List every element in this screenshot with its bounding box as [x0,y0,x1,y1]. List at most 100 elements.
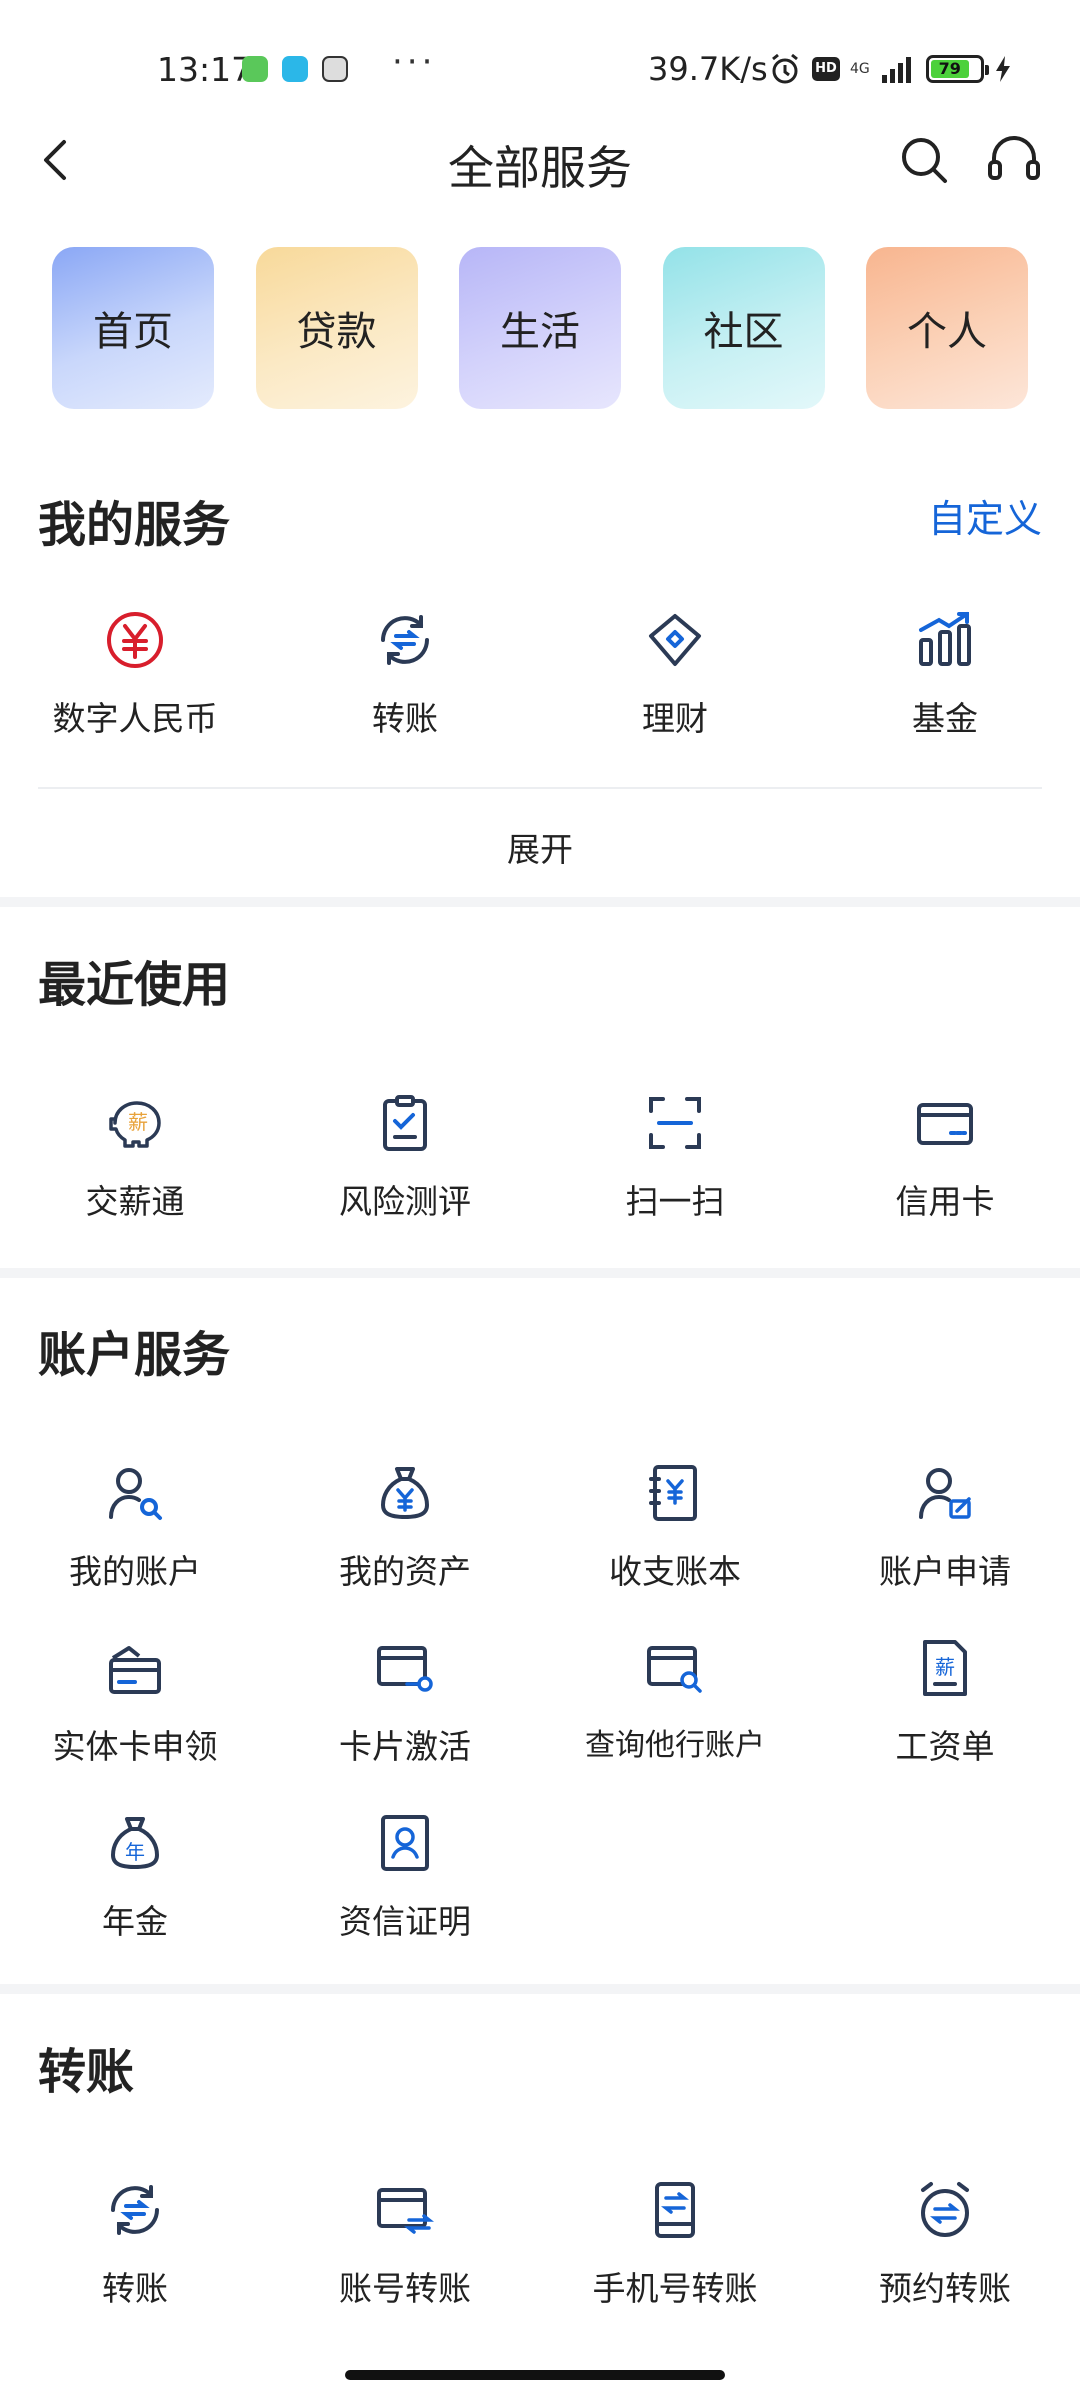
my-services-row: 数字人民币 转账 理财 基金 [0,610,1080,760]
service-label: 工资单 [895,1727,995,1766]
service-wealth[interactable]: 理财 [540,610,810,760]
tab-community-label: 社区 [703,309,784,355]
scan-icon [649,1097,701,1149]
service-card-apply[interactable]: 实体卡申领 [0,1638,270,1788]
account-row-3: 年 年金 资信证明 [0,1813,1080,1963]
recent-label: 扫一扫 [625,1182,725,1221]
service-label: 基金 [912,699,978,738]
home-indicator[interactable] [345,2370,725,2380]
system-status-icons: HD 4G 79 [768,52,1012,86]
service-my-assets[interactable]: 我的资产 [270,1463,540,1613]
service-label: 我的资产 [339,1552,471,1591]
alarm-transfer-icon [921,2182,969,2237]
signal-icon [881,57,911,83]
service-fund[interactable]: 基金 [810,610,1080,760]
card-apply-icon [109,1646,161,1694]
service-credit-certificate[interactable]: 资信证明 [270,1813,540,1963]
annuity-icon: 年 [111,1817,159,1869]
service-transfer[interactable]: 转账 [270,610,540,760]
card-search-icon [647,1646,702,1693]
chat-notification-icon [282,56,308,82]
service-other-bank-query[interactable]: 查询他行账户 [540,1638,810,1788]
recent-row: 薪 交薪通 风险测评 扫一扫 信用卡 [0,1093,1080,1243]
my-services-section: 我的服务 自定义 数字人民币 转账 理财 基金 展开 [0,480,1080,900]
more-notifications-icon: ··· [392,42,437,82]
status-app-icons [242,56,348,82]
recent-credit-card[interactable]: 信用卡 [810,1093,1080,1243]
recent-scan[interactable]: 扫一扫 [540,1093,810,1243]
clipboard-check-icon [383,1095,427,1151]
recent-salary[interactable]: 薪 交薪通 [0,1093,270,1243]
service-label: 年金 [102,1902,168,1941]
svg-text:年: 年 [125,1840,145,1864]
card-transfer-icon [377,2188,434,2234]
app-notification-icon [242,56,268,82]
account-row-2: 实体卡申领 卡片激活 查询他行账户 薪 工资单 [0,1638,1080,1788]
tab-personal[interactable]: 个人 [866,247,1028,409]
title-bar: 全部服务 [0,110,1080,210]
transfer-icon [111,2185,159,2235]
tab-life[interactable]: 生活 [459,247,621,409]
user-edit-icon [919,1468,971,1519]
recent-risk-assessment[interactable]: 风险测评 [270,1093,540,1243]
service-digital-rmb[interactable]: 数字人民币 [0,610,270,760]
service-label: 卡片激活 [339,1727,471,1766]
payslip-icon: 薪 [923,1640,967,1696]
network-speed: 39.7K/s [648,50,768,88]
service-account-apply[interactable]: 账户申请 [810,1463,1080,1613]
phone-transfer-icon [655,2182,695,2238]
user-search-icon [109,1468,162,1520]
transfer-row: 转账 账号转账 手机号转账 预约转账 [0,2180,1080,2330]
transfer-phone[interactable]: 手机号转账 [540,2180,810,2330]
piggy-bank-icon: 薪 [109,1101,161,1148]
customize-button[interactable]: 自定义 [928,488,1042,543]
search-icon [902,138,947,183]
game-notification-icon [322,56,348,82]
tab-community[interactable]: 社区 [662,247,825,409]
service-label: 资信证明 [339,1902,471,1941]
tab-personal-label: 个人 [907,309,987,355]
tab-home[interactable]: 首页 [52,247,214,409]
transfer-label: 手机号转账 [592,2269,758,2308]
expand-button[interactable]: 展开 [0,823,1080,871]
hd-badge: HD [812,57,840,81]
recent-label: 风险测评 [339,1182,471,1221]
credit-card-icon [917,1103,973,1145]
diamond-icon [649,614,701,666]
service-label: 数字人民币 [52,699,218,738]
transfer-account[interactable]: 账号转账 [270,2180,540,2330]
service-label: 账户申请 [879,1552,1011,1591]
bar-chart-icon [919,612,971,666]
search-button[interactable] [896,132,952,188]
service-card-activate[interactable]: 卡片激活 [270,1638,540,1788]
customer-service-button[interactable] [984,132,1044,188]
headset-icon [988,136,1040,180]
transfer-label: 转账 [102,2269,168,2308]
section-divider [0,1984,1080,1994]
svg-text:薪: 薪 [128,1110,148,1134]
svg-text:薪: 薪 [935,1655,955,1679]
tab-loan-label: 贷款 [296,309,377,355]
section-title: 账户服务 [38,1327,231,1383]
money-bag-icon [381,1467,429,1519]
network-type: 4G [850,61,870,77]
service-payslip[interactable]: 薪 工资单 [810,1638,1080,1788]
card-activate-icon [377,1646,433,1692]
tab-home-label: 首页 [93,309,173,355]
service-label: 收支账本 [609,1552,741,1591]
status-time: 13:17 [157,50,253,89]
battery-level: 79 [930,60,969,78]
ledger-icon [649,1465,697,1521]
section-title: 最近使用 [38,957,231,1013]
transfer-section: 转账 转账 账号转账 手机号转账 预约转账 [0,2027,1080,2397]
section-title: 我的服务 [38,497,231,553]
service-annuity[interactable]: 年 年金 [0,1813,270,1963]
service-label: 转账 [372,699,438,738]
recent-section: 最近使用 薪 交薪通 风险测评 扫一扫 信用卡 [0,940,1080,1260]
service-ledger[interactable]: 收支账本 [540,1463,810,1613]
transfer-scheduled[interactable]: 预约转账 [810,2180,1080,2330]
transfer-normal[interactable]: 转账 [0,2180,270,2330]
tab-loan[interactable]: 贷款 [255,247,418,409]
service-my-account[interactable]: 我的账户 [0,1463,270,1613]
charging-icon [995,56,1010,82]
